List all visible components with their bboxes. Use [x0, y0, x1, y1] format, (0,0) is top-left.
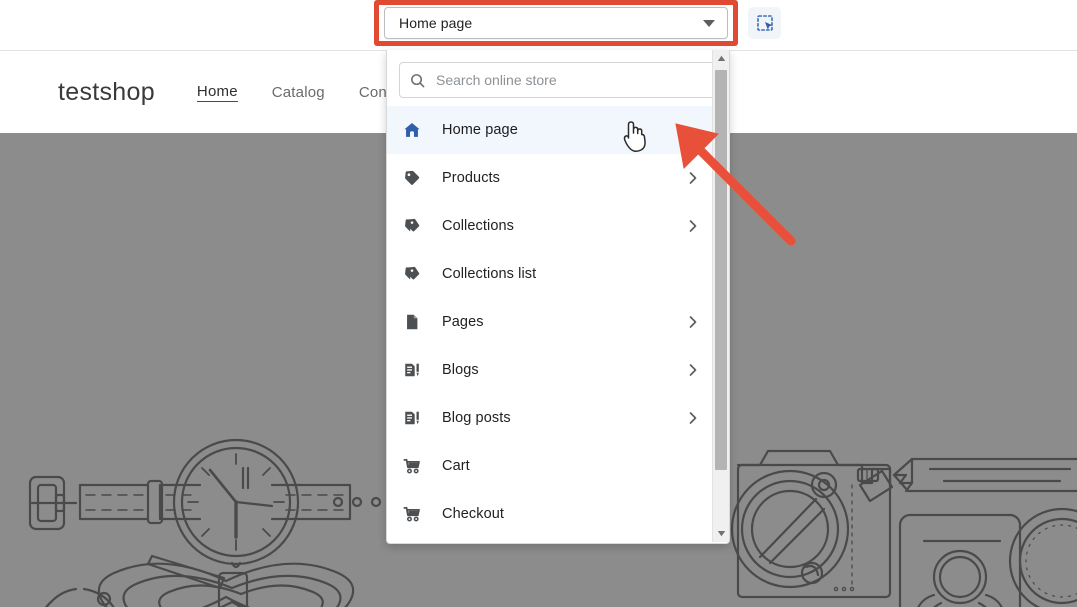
menu-item-label: Blogs: [442, 362, 686, 378]
tags-stack-icon: [401, 265, 423, 283]
page-selector-value: Home page: [399, 15, 703, 31]
tag-icon: [401, 169, 423, 187]
chevron-right-icon: [686, 171, 700, 185]
menu-item-collections[interactable]: Collections: [387, 202, 714, 250]
cart-icon: [401, 457, 423, 475]
triangle-up-icon: [717, 55, 726, 62]
select-element-button[interactable]: [748, 7, 781, 39]
page-menu-list: Home page Products: [387, 106, 714, 542]
nav-link-home[interactable]: Home: [197, 83, 238, 102]
menu-item-label: Collections: [442, 218, 686, 234]
menu-item-checkout[interactable]: Checkout: [387, 490, 714, 538]
menu-item-label: Checkout: [442, 506, 686, 522]
menu-item-label: Cart: [442, 458, 686, 474]
search-box[interactable]: [399, 62, 717, 98]
search-icon: [410, 73, 425, 88]
popover-scrollbar[interactable]: [712, 50, 729, 542]
blog-icon: [401, 361, 423, 379]
page-icon: [401, 313, 423, 331]
store-name: testshop: [58, 78, 155, 107]
scrollbar-thumb[interactable]: [715, 70, 727, 470]
chevron-right-icon: [686, 219, 700, 233]
cart-icon: [401, 505, 423, 523]
blog-icon: [401, 409, 423, 427]
menu-item-label: Products: [442, 170, 686, 186]
page-selector-popover: Home page Products: [386, 50, 730, 544]
scrollbar-track[interactable]: [713, 67, 729, 525]
chevron-right-icon: [686, 363, 700, 377]
menu-item-pages[interactable]: Pages: [387, 298, 714, 346]
chevron-right-icon: [686, 315, 700, 329]
menu-item-label: Pages: [442, 314, 686, 330]
page-selector-dropdown[interactable]: Home page: [384, 7, 728, 39]
tags-stack-icon: [401, 217, 423, 235]
menu-item-cart[interactable]: Cart: [387, 442, 714, 490]
menu-item-blogs[interactable]: Blogs: [387, 346, 714, 394]
menu-item-label: Collections list: [442, 266, 686, 282]
menu-item-home-page[interactable]: Home page: [387, 106, 714, 154]
search-input[interactable]: [434, 71, 706, 89]
search-container: [387, 50, 729, 108]
menu-item-label: Blog posts: [442, 410, 686, 426]
select-element-icon: [755, 13, 775, 33]
scrollbar-down-button[interactable]: [713, 525, 729, 542]
triangle-down-icon: [717, 530, 726, 537]
home-icon: [401, 121, 423, 139]
nav-link-catalog[interactable]: Catalog: [272, 84, 325, 101]
chevron-right-icon: [686, 411, 700, 425]
chevron-down-icon: [703, 20, 715, 27]
menu-item-collections-list[interactable]: Collections list: [387, 250, 714, 298]
storefront-nav: Home Catalog Contact: [197, 83, 412, 102]
scrollbar-up-button[interactable]: [713, 50, 729, 67]
menu-item-products[interactable]: Products: [387, 154, 714, 202]
menu-item-blog-posts[interactable]: Blog posts: [387, 394, 714, 442]
menu-item-label: Home page: [442, 122, 686, 138]
